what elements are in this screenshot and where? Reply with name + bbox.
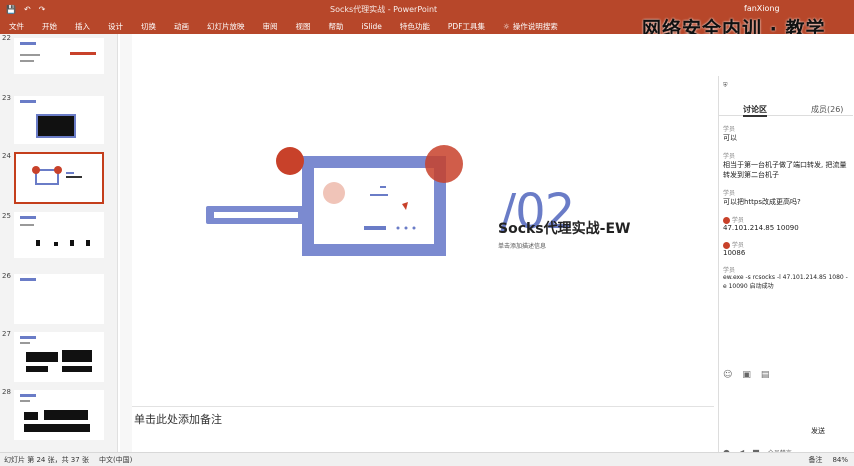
tab-design[interactable]: 设计 — [99, 21, 132, 32]
tab-islide[interactable]: iSlide — [353, 22, 391, 31]
thumb-num-27: 27 — [2, 330, 11, 338]
tab-home[interactable]: 开始 — [33, 21, 66, 32]
illustration-bar — [364, 226, 386, 230]
chat-tabs: 讨论区 成员(26) — [719, 102, 853, 117]
chat-message: 学员 10086 — [723, 242, 746, 257]
thumb-num-24: 24 — [2, 152, 11, 160]
slide-thumbnail-28[interactable] — [14, 390, 104, 440]
avatar — [723, 242, 730, 249]
tell-me-search[interactable]: ☼ 操作说明搜索 — [494, 21, 567, 32]
file-icon[interactable]: ▤ — [761, 370, 770, 380]
slide-thumbnail-26[interactable] — [14, 274, 104, 324]
illustration-pink-circle — [323, 182, 345, 204]
chat-toolbar: ☺ ▣ ▤ — [723, 370, 769, 380]
slide-counter: 幻灯片 第 24 张，共 37 张 — [4, 455, 89, 464]
send-button[interactable]: 发送 — [811, 426, 825, 436]
user-name[interactable]: fanXiong — [744, 4, 780, 13]
thumb-25-art — [20, 216, 90, 246]
chat-message: 学员 相当于第一台机子做了端口转发, 把流量转发到第二台机子 — [723, 153, 847, 179]
tab-insert[interactable]: 插入 — [66, 21, 99, 32]
thumb-23-art — [20, 100, 76, 138]
notes-pane[interactable]: 单击此处添加备注 — [132, 406, 714, 452]
illustration-dot-2 — [404, 226, 408, 230]
slide-thumbnail-27[interactable] — [14, 332, 104, 382]
avatar — [723, 217, 730, 224]
notes-toggle[interactable]: 备注 — [808, 455, 822, 465]
thumb-26-art — [20, 278, 36, 281]
slide-thumbnail-pane: 22 23 24 25 26 27 28 — [0, 34, 118, 452]
zoom-level[interactable]: 84% — [832, 456, 854, 464]
workspace: 22 23 24 25 26 27 28 /02 Socks代理实战-EW 单击… — [0, 34, 854, 464]
powerpoint-window: 💾 ↶ ↷ Socks代理实战 - PowerPoint fanXiong 文件… — [0, 0, 854, 466]
chat-message: 学员 可以 — [723, 126, 737, 142]
tell-me-label: 操作说明搜索 — [512, 21, 558, 31]
chat-message: 学员 可以把https改成更高吗? — [723, 190, 801, 206]
thumb-22-art — [20, 42, 96, 62]
quick-access-toolbar: 💾 ↶ ↷ — [0, 5, 45, 14]
slide-subtitle: 单击添加描述信息 — [498, 243, 547, 250]
discussion-panel: ⛨ 讨论区 成员(26) 学员 可以 学员 相当于第一台机子做了端口转发, 把流… — [718, 76, 854, 464]
illustration-red-circle-large — [425, 145, 463, 183]
illustration-dot-1 — [396, 226, 400, 230]
message-list: 学员 可以 学员 相当于第一台机子做了端口转发, 把流量转发到第二台机子 学员 … — [723, 124, 851, 298]
illustration-window-body — [314, 168, 434, 244]
thumb-num-23: 23 — [2, 94, 11, 102]
tab-view[interactable]: 视图 — [287, 21, 320, 32]
current-slide[interactable]: /02 Socks代理实战-EW 单击添加描述信息 — [132, 34, 714, 406]
tab-features[interactable]: 特色功能 — [391, 21, 439, 32]
slide-thumbnail-22[interactable] — [14, 38, 104, 74]
status-bar: 幻灯片 第 24 张，共 37 张 中文(中国) 备注 84% — [0, 452, 854, 466]
tab-review[interactable]: 审阅 — [254, 21, 287, 32]
thumb-27-art — [20, 336, 92, 372]
illustration-searchbar-field — [214, 212, 298, 218]
language-indicator[interactable]: 中文(中国) — [99, 455, 132, 465]
chat-message: 学员 47.101.214.85 10090 — [723, 217, 799, 232]
undo-icon[interactable]: ↶ — [24, 5, 31, 14]
thumb-num-28: 28 — [2, 388, 11, 396]
tab-pdf[interactable]: PDF工具集 — [439, 21, 494, 32]
shield-icon: ⛨ — [723, 82, 728, 89]
tab-members[interactable]: 成员(26) — [811, 104, 843, 115]
illustration-dot-3 — [412, 226, 416, 230]
illustration-line-2 — [380, 186, 386, 188]
slide-title: Socks代理实战-EW — [498, 221, 631, 237]
tab-transitions[interactable]: 切换 — [132, 21, 165, 32]
slide-editing-area: /02 Socks代理实战-EW 单击添加描述信息 单击此处添加备注 — [120, 34, 714, 452]
image-icon[interactable]: ▣ — [742, 370, 751, 380]
thumb-24-art — [32, 166, 82, 185]
tab-file[interactable]: 文件 — [0, 21, 33, 32]
tab-help[interactable]: 帮助 — [320, 21, 353, 32]
document-title: Socks代理实战 - PowerPoint — [330, 5, 438, 14]
redo-icon[interactable]: ↷ — [39, 5, 46, 14]
tab-discussion[interactable]: 讨论区 — [743, 104, 767, 117]
illustration-line-1 — [370, 194, 388, 196]
slide-thumbnail-25[interactable] — [14, 212, 104, 258]
chat-message: 学员 ew.exe -s rcsocks -l 47.101.214.85 10… — [723, 267, 848, 290]
thumb-28-art — [20, 394, 90, 432]
thumb-num-22: 22 — [2, 34, 11, 42]
emoji-icon[interactable]: ☺ — [723, 370, 732, 380]
illustration-red-circle-small — [276, 147, 304, 175]
thumb-num-25: 25 — [2, 212, 11, 220]
slide-thumbnail-24[interactable] — [14, 152, 104, 204]
tab-slideshow[interactable]: 幻灯片放映 — [198, 21, 254, 32]
save-icon[interactable]: 💾 — [6, 5, 16, 14]
thumb-num-26: 26 — [2, 272, 11, 280]
lightbulb-icon: ☼ — [503, 21, 510, 31]
tab-animations[interactable]: 动画 — [165, 21, 198, 32]
notes-placeholder: 单击此处添加备注 — [134, 413, 222, 426]
slide-thumbnail-23[interactable] — [14, 96, 104, 144]
